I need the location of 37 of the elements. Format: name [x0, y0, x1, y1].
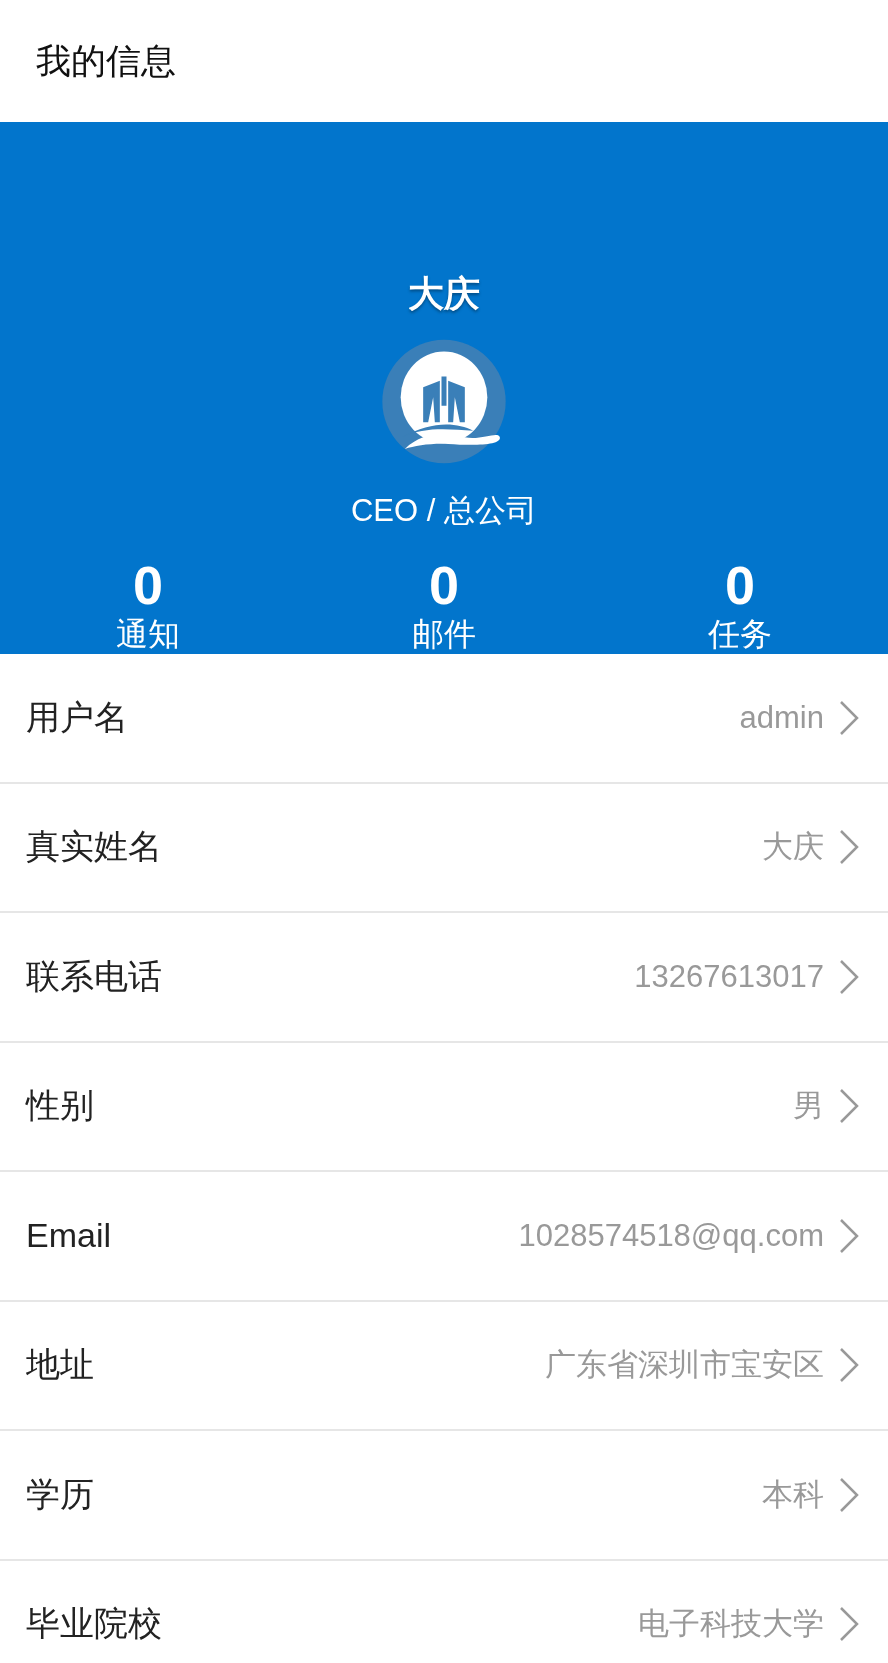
info-row[interactable]: 性别 男 — [0, 1042, 888, 1170]
info-row[interactable]: 联系电话 13267613017 — [0, 913, 888, 1041]
field-value: 本科 — [762, 1475, 824, 1514]
page-title: 我的信息 — [36, 39, 176, 82]
field-value: 大庆 — [762, 828, 824, 867]
info-row[interactable]: 用户名 admin — [0, 654, 888, 782]
chevron-right-icon — [838, 1216, 860, 1255]
field-label: 地址 — [26, 1344, 95, 1386]
field-value: 电子科技大学 — [638, 1605, 824, 1644]
stat-count: 0 — [132, 556, 163, 614]
stat-label: 任务 — [708, 615, 772, 654]
user-role: CEO / 总公司 — [351, 492, 537, 530]
stat-count: 0 — [428, 556, 459, 614]
info-row[interactable]: 地址 广东省深圳市宝安区 — [0, 1301, 888, 1429]
field-value: 男 — [793, 1087, 824, 1126]
chevron-right-icon — [838, 698, 860, 737]
chevron-right-icon — [838, 957, 860, 996]
stat-label: 通知 — [116, 615, 180, 654]
info-row[interactable]: 学历 本科 — [0, 1431, 888, 1559]
stat-count: 0 — [724, 556, 755, 614]
chevron-right-icon — [838, 1475, 860, 1514]
field-value: admin — [739, 699, 824, 736]
field-value: 1028574518@qq.com — [518, 1217, 824, 1254]
field-label: 用户名 — [26, 696, 129, 738]
field-label: 毕业院校 — [26, 1603, 163, 1645]
info-row[interactable]: 毕业院校 电子科技大学 — [0, 1560, 888, 1663]
field-label: Email — [26, 1216, 113, 1256]
info-row[interactable]: Email 1028574518@qq.com — [0, 1172, 888, 1300]
field-label: 联系电话 — [26, 955, 163, 997]
field-label: 性别 — [26, 1085, 95, 1127]
user-name: 大庆 — [408, 272, 480, 316]
stat-label: 邮件 — [412, 615, 476, 654]
field-value: 13267613017 — [634, 958, 824, 995]
info-row[interactable]: 真实姓名 大庆 — [0, 783, 888, 911]
field-label: 真实姓名 — [26, 826, 163, 868]
field-value: 广东省深圳市宝安区 — [545, 1346, 824, 1385]
field-label: 学历 — [26, 1473, 95, 1515]
